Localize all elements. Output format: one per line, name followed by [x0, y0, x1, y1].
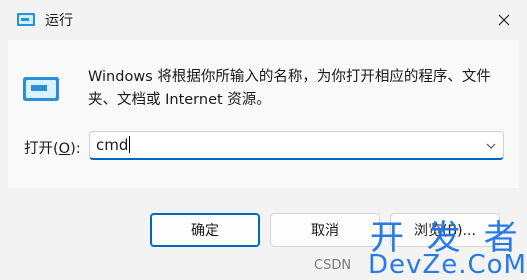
run-dialog: 运行 Windows 将根据你所输入的名称，为你打开相应的程序、文件夹、文档或 …	[0, 0, 527, 280]
close-icon	[498, 14, 510, 26]
cancel-button[interactable]: 取消	[270, 213, 380, 247]
close-button[interactable]	[481, 0, 527, 40]
command-input[interactable]: cmd	[96, 136, 131, 154]
chevron-down-icon[interactable]	[485, 140, 497, 152]
run-large-icon	[23, 77, 59, 101]
run-app-icon	[17, 13, 35, 26]
open-label-prefix: 打开(	[24, 141, 59, 157]
open-label-suffix: ):	[70, 141, 81, 157]
command-combobox[interactable]: cmd	[89, 131, 504, 160]
description-text: Windows 将根据你所输入的名称，为你打开相应的程序、文件夹、文档或 Int…	[88, 69, 491, 108]
command-value: cmd	[96, 136, 129, 154]
open-label-accelerator: O	[58, 141, 71, 157]
content-area	[8, 40, 519, 188]
watermark-source: CSDN	[314, 258, 352, 273]
window-title: 运行	[45, 13, 73, 29]
text-caret	[129, 136, 131, 153]
title-bar: 运行	[0, 0, 527, 40]
ok-button[interactable]: 确定	[150, 213, 260, 247]
open-label: 打开(O):	[24, 137, 81, 158]
watermark-sub: DevZe.CoM	[368, 250, 527, 280]
